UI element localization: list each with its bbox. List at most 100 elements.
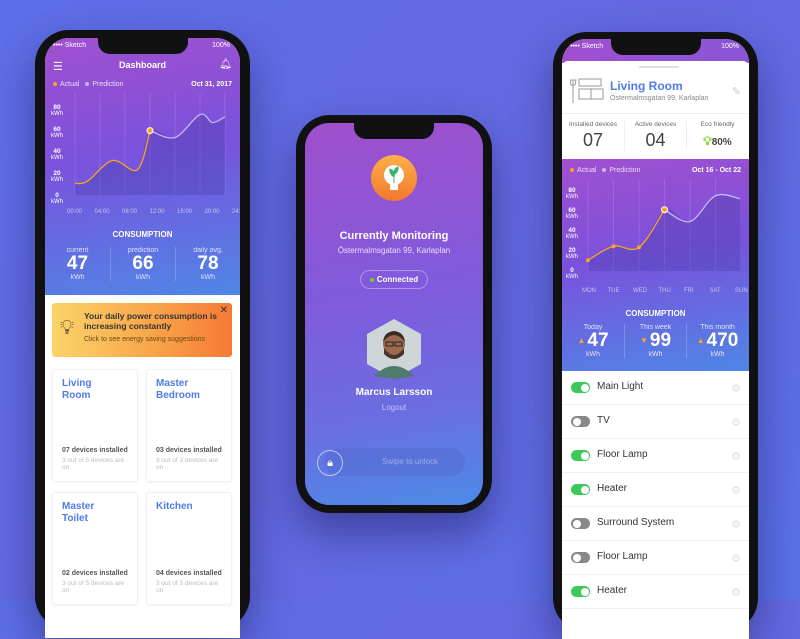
- chart-date: Oct 31, 2017: [191, 81, 232, 88]
- battery: 100%: [721, 43, 739, 50]
- data-point[interactable]: [586, 258, 590, 263]
- gear-icon[interactable]: ⚙: [731, 484, 741, 497]
- stat-unit: kWh: [648, 351, 663, 359]
- current-point[interactable]: [146, 127, 154, 135]
- plant-bulb-icon: [384, 165, 404, 190]
- y-tick: 0 kWh: [51, 192, 63, 205]
- swipe-to-unlock-slider[interactable]: Swipe to unlock: [325, 448, 465, 476]
- room-card[interactable]: Living Room 07 devices installed 3 out of …: [52, 369, 138, 482]
- alert-banner[interactable]: 💡︎ Your daily power consumption is incre…: [52, 303, 232, 357]
- gear-icon[interactable]: ⚙: [731, 416, 741, 429]
- devices-on: 3 out of 3 devices are on: [156, 457, 219, 471]
- y-tick: 0 kWh: [566, 267, 578, 280]
- room-card[interactable]: Master Bedroom 03 devices installed 3 out …: [146, 369, 232, 482]
- gear-icon[interactable]: ⚙: [731, 518, 741, 531]
- y-tick: 40 kWh: [51, 148, 63, 161]
- room-phone: •••• Sketch 100% Living Room Östermalmsg…: [553, 32, 758, 639]
- alert-subtitle: Click to see energy saving suggestions: [84, 336, 206, 343]
- device-name: Heater: [597, 585, 628, 596]
- device-row: Main Light ⚙: [562, 371, 749, 405]
- stat-value: 47: [66, 253, 89, 274]
- stat-2: This month ▲ 470 kWh: [686, 324, 748, 359]
- data-point[interactable]: [637, 245, 641, 250]
- notch: [610, 39, 701, 55]
- x-tick: 04:00: [94, 209, 110, 215]
- stat-value: ▲ 470: [696, 330, 739, 352]
- stat-value: ▲ 47: [577, 330, 609, 352]
- device-toggle[interactable]: [571, 416, 590, 427]
- legend-actual: Actual: [60, 81, 80, 88]
- gear-icon[interactable]: ⚙: [731, 382, 741, 395]
- y-tick: 80 kWh: [51, 104, 63, 117]
- gear-icon[interactable]: ⚙: [731, 586, 741, 599]
- stat-1: prediction 66 kWh: [110, 247, 175, 281]
- carrier: •••• Sketch: [570, 43, 604, 50]
- device-toggle[interactable]: [571, 518, 590, 529]
- stat-unit: kWh: [136, 274, 150, 281]
- lock-icon[interactable]: 🔒︎: [317, 450, 343, 476]
- room-stat-0: Installed devices 07: [568, 121, 618, 150]
- weekly-chart: [586, 179, 740, 271]
- data-point[interactable]: [661, 206, 668, 214]
- bell-icon[interactable]: 🔔︎: [219, 59, 232, 70]
- drag-handle[interactable]: [639, 66, 679, 68]
- stat-value: ▼ 99: [639, 330, 672, 352]
- x-tick: 20:00: [204, 209, 220, 215]
- edit-pencil-icon[interactable]: ✎: [732, 85, 741, 98]
- consumption-title: CONSUMPTION: [625, 309, 686, 318]
- device-toggle[interactable]: [571, 450, 590, 461]
- notch: [97, 38, 188, 54]
- y-tick: 20 kWh: [51, 170, 63, 183]
- lightbulb-icon: 💡︎: [60, 317, 74, 339]
- x-tick: TUE: [607, 288, 620, 294]
- devices-on: 3 out of 5 devices are on: [62, 457, 125, 471]
- data-point[interactable]: [611, 244, 616, 249]
- gear-icon[interactable]: ⚙: [731, 552, 741, 565]
- device-name: Heater: [597, 483, 628, 494]
- stat-unit: kWh: [586, 351, 600, 359]
- room-card[interactable]: Master Toilet 02 devices installed 3 out o…: [52, 492, 138, 605]
- stat-0: Today ▲ 47 kWh: [562, 324, 624, 358]
- avatar: [367, 319, 421, 379]
- logout-link[interactable]: Logout: [305, 403, 483, 412]
- x-tick: FRI: [684, 288, 694, 294]
- sofa-icon: [570, 78, 604, 103]
- room-name: Master Bedroom: [156, 378, 200, 401]
- device-toggle[interactable]: [571, 382, 590, 393]
- consumption-title: CONSUMPTION: [112, 230, 173, 239]
- swipe-label: Swipe to unlock: [381, 457, 439, 466]
- device-name: Main Light: [597, 381, 644, 392]
- device-toggle[interactable]: [571, 484, 590, 495]
- stat-label: prediction: [127, 247, 159, 254]
- chart-legend: Actual Prediction: [570, 167, 640, 174]
- devices-installed: 07 devices installed: [62, 447, 128, 454]
- gear-icon[interactable]: ⚙: [731, 450, 741, 463]
- room-name: Master Toilet: [62, 501, 95, 524]
- trend-down-icon: ▼: [639, 336, 648, 345]
- room-stat-1: Active devices 04: [624, 121, 686, 151]
- device-toggle[interactable]: [571, 552, 590, 563]
- alert-title: Your daily power consumption is increasi…: [84, 311, 218, 331]
- device-row: TV ⚙: [562, 405, 749, 439]
- devices-on: 3 out of 5 devices are on: [62, 580, 125, 594]
- close-icon[interactable]: ✕: [220, 305, 228, 316]
- room-address: Östermalmsgatan 99, Karlaplan: [610, 95, 709, 102]
- devices-installed: 02 devices installed: [62, 570, 128, 577]
- device-row: Surround System ⚙: [562, 507, 749, 541]
- device-row: Heater ⚙: [562, 575, 749, 609]
- legend-prediction: Prediction: [92, 81, 124, 88]
- device-toggle[interactable]: [571, 586, 590, 597]
- device-name: Floor Lamp: [597, 551, 648, 562]
- stat-value: 66: [132, 253, 154, 274]
- room-card[interactable]: Kitchen 04 devices installed 3 out of 5 de…: [146, 492, 232, 605]
- page-title: Dashboard: [118, 60, 166, 70]
- eco-bulb-icon: 💡︎: [703, 134, 712, 148]
- trend-up-icon: ▲: [577, 336, 586, 345]
- stat-label: current: [66, 247, 89, 254]
- stat-label: daily avg.: [193, 247, 223, 254]
- lock-phone: Currently Monitoring Östermalmsgatan 99,…: [296, 115, 492, 513]
- stat-2: daily avg. 78 kWh: [175, 247, 240, 281]
- devices-installed: 04 devices installed: [156, 570, 222, 577]
- device-row: Floor Lamp ⚙: [562, 439, 749, 473]
- user-name: Marcus Larsson: [355, 387, 433, 398]
